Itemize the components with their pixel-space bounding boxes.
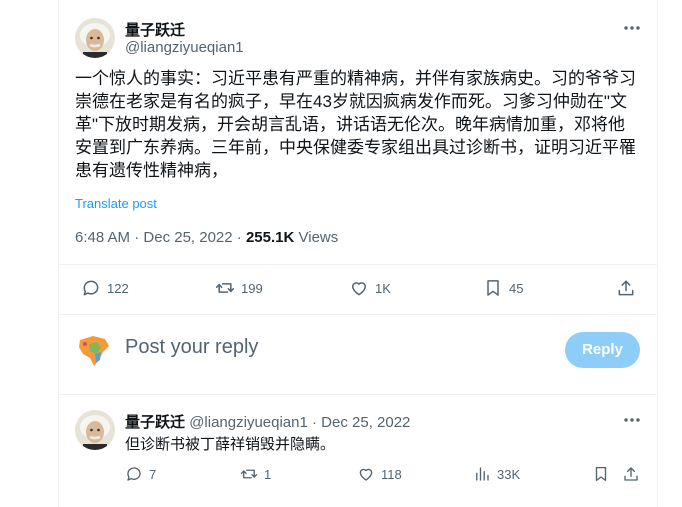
- reply-author-name[interactable]: 量子跃迁: [125, 414, 185, 431]
- repost-arrows-icon: [215, 283, 235, 293]
- tweet-text-line: 崇德在老家是有名的疯子，早在43岁就因疯病发作而死。习爹习仲勋在"文: [75, 92, 627, 111]
- bookmark-icon: [595, 466, 607, 482]
- tweet-time[interactable]: 6:48 AM: [75, 229, 130, 246]
- divider: [59, 264, 657, 265]
- repost-count: 1: [264, 466, 272, 482]
- translate-post-link[interactable]: Translate post: [75, 196, 157, 211]
- reply-submit-button[interactable]: Reply: [565, 332, 640, 368]
- map-avatar-icon: [75, 330, 115, 370]
- like-count: 1K: [375, 280, 391, 296]
- reply-count: 122: [107, 280, 129, 296]
- tweet-text-line: 安置到广东养病。三年前，中央保健委专家组出具过诊断书，证明习近平罹: [75, 138, 636, 157]
- divider: [59, 314, 657, 315]
- tweet-text-line: 患有遗传性精神病，: [75, 161, 228, 180]
- author-handle[interactable]: @liangziyueqian1: [125, 39, 244, 56]
- reply-header: 量子跃迁 @liangziyueqian1 · Dec 25, 2022: [125, 414, 411, 431]
- reply-text: 但诊断书被丁薛祥销毁并隐瞒。: [125, 436, 336, 453]
- views-count[interactable]: 255.1K: [246, 229, 294, 246]
- heart-icon: [359, 468, 373, 481]
- bar-chart-icon: [476, 467, 489, 481]
- like-button[interactable]: 1K: [349, 278, 391, 298]
- bookmark-count: 45: [509, 280, 524, 296]
- tweet-column: 量子跃迁 @liangziyueqian1 一个惊人的事实：习近平患有严重的精神…: [58, 0, 658, 507]
- reply-button[interactable]: 7: [125, 465, 156, 483]
- repost-button[interactable]: 199: [215, 278, 263, 298]
- tweet-text-line: 革"下放时期发病，开会胡言乱语，讲话语无伦次。晚年病情加重，邓将他: [75, 115, 626, 134]
- author-display-name[interactable]: 量子跃迁: [125, 19, 185, 40]
- views-count: 33K: [497, 466, 521, 482]
- share-button[interactable]: [616, 278, 636, 298]
- share-button[interactable]: [622, 465, 640, 483]
- repost-count: 199: [241, 280, 263, 296]
- repost-arrows-icon: [240, 469, 258, 479]
- like-count: 118: [381, 466, 402, 482]
- like-button[interactable]: 118: [357, 465, 402, 483]
- more-dots-icon[interactable]: [622, 410, 642, 430]
- views-button[interactable]: 33K: [473, 465, 520, 483]
- share-upload-icon: [624, 467, 638, 481]
- reply-author-avatar[interactable]: [75, 410, 115, 450]
- tweet-meta: 6:48 AM · Dec 25, 2022 · 255.1K Views: [75, 229, 339, 246]
- more-dots-icon[interactable]: [622, 18, 642, 38]
- current-user-avatar[interactable]: [75, 330, 115, 370]
- speech-bubble-icon: [127, 467, 141, 481]
- tweet-text: 一个惊人的事实：习近平患有严重的精神病，并伴有家族病史。习的爷爷习 崇德在老家是…: [75, 67, 650, 182]
- reply-button[interactable]: 122: [81, 278, 129, 298]
- speech-bubble-icon: [83, 280, 99, 296]
- views-label: Views: [298, 229, 339, 246]
- reply-date[interactable]: Dec 25, 2022: [321, 414, 410, 431]
- einstein-avatar-icon: [75, 18, 115, 58]
- bookmark-button[interactable]: [592, 465, 610, 483]
- reply-input[interactable]: Post your reply: [125, 336, 258, 359]
- bookmark-button[interactable]: 45: [483, 278, 523, 298]
- tweet-date[interactable]: Dec 25, 2022: [143, 229, 232, 246]
- repost-button[interactable]: 1: [240, 465, 271, 483]
- bookmark-icon: [487, 280, 499, 296]
- einstein-avatar-icon: [75, 410, 115, 450]
- reply-author-handle[interactable]: @liangziyueqian1: [189, 414, 308, 431]
- heart-icon: [352, 282, 366, 296]
- tweet-text-line: 一个惊人的事实：习近平患有严重的精神病，并伴有家族病史。习的爷爷习: [75, 69, 636, 88]
- reply-count: 7: [149, 466, 157, 482]
- share-upload-icon: [618, 280, 634, 296]
- author-avatar[interactable]: [75, 18, 115, 58]
- divider: [59, 394, 657, 395]
